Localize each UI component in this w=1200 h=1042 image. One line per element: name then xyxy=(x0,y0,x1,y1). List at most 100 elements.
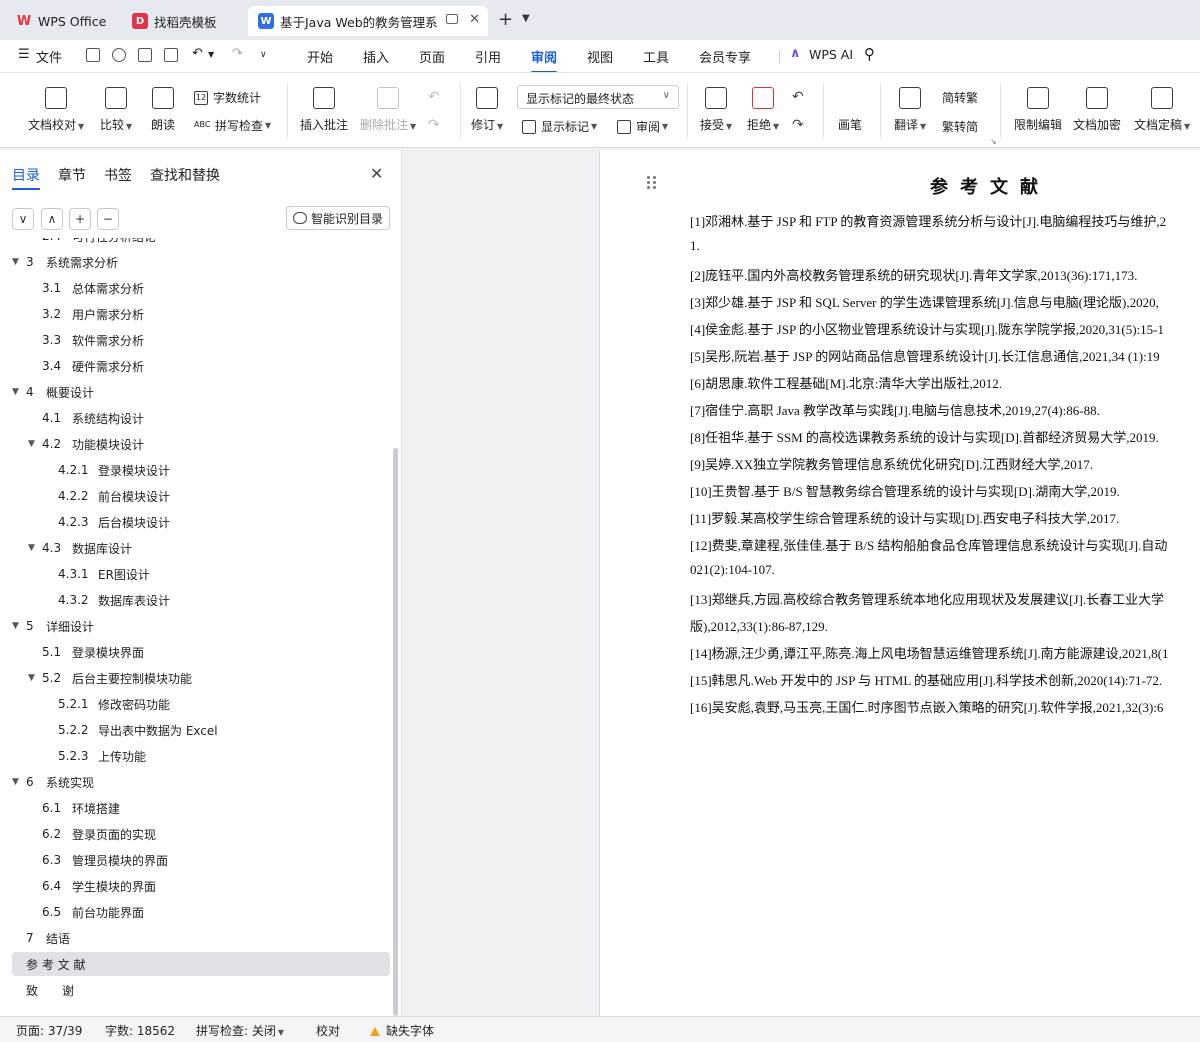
redo-icon[interactable]: ↷ xyxy=(232,46,243,61)
toc-item[interactable]: 3.2 用户需求分析 xyxy=(12,302,390,326)
show-markup-button[interactable]: 显示标记 ▼ xyxy=(522,118,597,135)
share-icon[interactable] xyxy=(112,48,126,62)
page-count[interactable]: 页面: 37/39 xyxy=(16,1022,82,1039)
delete-comment-button[interactable]: 删除批注 ▼ xyxy=(360,87,416,133)
restrict-edit-button[interactable]: 限制编辑 xyxy=(1014,87,1062,133)
toc-item[interactable]: 6.5 前台功能界面 xyxy=(12,900,390,924)
toc-item[interactable]: 4.3.2 数据库表设计 xyxy=(12,588,390,612)
menu-page[interactable]: 页面 xyxy=(419,47,445,66)
toc-item[interactable]: 6.1 环境搭建 xyxy=(12,796,390,820)
document-page[interactable]: 参考文献 [1]邓湘林.基于 JSP 和 FTP 的教育资源管理系统分析与设计[… xyxy=(599,150,1200,1016)
insert-comment-button[interactable]: 插入批注 xyxy=(300,87,348,133)
menu-member[interactable]: 会员专享 xyxy=(699,47,751,66)
menu-tools[interactable]: 工具 xyxy=(643,47,669,66)
expand-group-icon[interactable]: ↘ xyxy=(990,137,997,146)
menu-file[interactable]: 文件 xyxy=(36,47,62,66)
toc-item[interactable]: 参 考 文 献 xyxy=(12,952,390,976)
tab-document[interactable]: W 基于Java Web的教务管理系统 ✕ xyxy=(248,6,488,36)
close-icon[interactable]: ✕ xyxy=(370,164,383,183)
toc-item[interactable]: 5.1 登录模块界面 xyxy=(12,640,390,664)
save-icon[interactable] xyxy=(86,48,100,62)
toc-item[interactable]: 4.2.2 前台模块设计 xyxy=(12,484,390,508)
close-tab-icon[interactable]: ✕ xyxy=(469,12,480,27)
to-simplified-button[interactable]: 繁转简 xyxy=(942,118,978,135)
reject-button[interactable]: 拒绝 ▼ xyxy=(747,87,779,133)
toc-caret-icon[interactable]: ▼ xyxy=(12,257,19,267)
toc-item[interactable]: 5.2.3 上传功能 xyxy=(12,744,390,768)
finalize-button[interactable]: 文档定稿 ▼ xyxy=(1134,87,1190,133)
toc-caret-icon[interactable]: ▼ xyxy=(12,621,19,631)
collapse-all-button[interactable]: ∨ xyxy=(12,208,34,230)
translate-button[interactable]: 翻译 ▼ xyxy=(894,87,926,133)
toc-item[interactable]: 7 结语 xyxy=(12,926,390,950)
toc-item[interactable]: ▼ 3 系统需求分析 xyxy=(12,250,390,274)
toc-item[interactable]: 6.4 学生模块的界面 xyxy=(12,874,390,898)
toc-item[interactable]: ▼ 5 详细设计 xyxy=(12,614,390,638)
toc-item[interactable]: 5.2.2 导出表中数据为 Excel xyxy=(12,718,390,742)
compare-button[interactable]: 比较 ▼ xyxy=(100,87,132,133)
tab-wps-office[interactable]: W WPS Office xyxy=(6,6,118,36)
expand-up-button[interactable]: ∧ xyxy=(41,208,63,230)
new-tab-icon[interactable]: + xyxy=(498,9,513,30)
menu-view[interactable]: 视图 xyxy=(587,47,613,66)
print-icon[interactable] xyxy=(138,48,152,62)
tab-docer[interactable]: D 找稻壳模板 xyxy=(122,6,242,36)
monitor-icon[interactable] xyxy=(446,14,458,24)
accept-button[interactable]: 接受 ▼ xyxy=(700,87,732,133)
toc-item[interactable]: ▼ 4.3 数据库设计 xyxy=(12,536,390,560)
missing-font-status[interactable]: 缺失字体 xyxy=(370,1022,434,1039)
menu-home[interactable]: 开始 xyxy=(307,47,333,66)
toc-item[interactable]: 4.3.1 ER图设计 xyxy=(12,562,390,586)
ink-button[interactable]: 画笔 xyxy=(838,87,862,133)
toc-item[interactable]: 4.2.1 登录模块设计 xyxy=(12,458,390,482)
more-quick-icon[interactable]: ∨ xyxy=(260,50,267,60)
nav-tab-bookmarks[interactable]: 书签 xyxy=(104,165,132,185)
review-pane-button[interactable]: 审阅 ▼ xyxy=(617,118,668,135)
next-comment-icon[interactable]: ↷ xyxy=(428,117,440,133)
encrypt-button[interactable]: 文档加密 xyxy=(1073,87,1121,133)
toc-item[interactable]: 6.3 管理员模块的界面 xyxy=(12,848,390,872)
toc-item[interactable]: 3.4 硬件需求分析 xyxy=(12,354,390,378)
spell-check-status[interactable]: 拼写检查: 关闭 ▼ xyxy=(196,1022,284,1039)
toc-item[interactable]: ▼ 6 系统实现 xyxy=(12,770,390,794)
toc-item[interactable]: 3.3 软件需求分析 xyxy=(12,328,390,352)
drag-handle-icon[interactable] xyxy=(647,176,657,192)
toc-item[interactable]: 5.2.1 修改密码功能 xyxy=(12,692,390,716)
search-icon[interactable]: ⚲ xyxy=(864,45,875,63)
toc-caret-icon[interactable]: ▼ xyxy=(28,673,35,683)
proof-status[interactable]: 校对 xyxy=(316,1022,340,1039)
undo-dropdown-icon[interactable]: ▼ xyxy=(208,50,214,59)
next-change-icon[interactable]: ↷ xyxy=(792,117,804,133)
nav-tab-chapters[interactable]: 章节 xyxy=(58,165,86,185)
toc-item[interactable]: ▼ 4.2 功能模块设计 xyxy=(12,432,390,456)
chevron-down-icon[interactable]: ▼ xyxy=(522,13,530,24)
toc-item[interactable]: ▼ 4 概要设计 xyxy=(12,380,390,404)
menu-reference[interactable]: 引用 xyxy=(475,47,501,66)
toc-item[interactable]: ▼ 5.2 后台主要控制模块功能 xyxy=(12,666,390,690)
undo-icon[interactable]: ↶ xyxy=(192,46,203,61)
hamburger-icon[interactable]: ☰ xyxy=(18,47,30,62)
toc-item[interactable]: 2.4 可行性分析结论 xyxy=(12,238,390,248)
smart-toc-button[interactable]: 智能识别目录 xyxy=(286,206,390,230)
markup-state-select[interactable]: 显示标记的最终状态 ∨ xyxy=(517,85,679,109)
add-heading-button[interactable]: + xyxy=(69,208,91,230)
nav-tab-toc[interactable]: 目录 xyxy=(12,165,40,190)
toc-caret-icon[interactable]: ▼ xyxy=(28,439,35,449)
word-count-button[interactable]: 12 字数统计 xyxy=(194,89,261,106)
previous-comment-icon[interactable]: ↶ xyxy=(428,89,440,105)
proofread-button[interactable]: 文档校对 ▼ xyxy=(28,87,84,133)
spell-check-button[interactable]: ABC 拼写检查 ▼ xyxy=(194,117,271,134)
track-changes-button[interactable]: 修订 ▼ xyxy=(471,87,503,133)
menu-insert[interactable]: 插入 xyxy=(363,47,389,66)
print-preview-icon[interactable] xyxy=(164,48,178,62)
toc-item[interactable]: 6.2 登录页面的实现 xyxy=(12,822,390,846)
menu-wps-ai[interactable]: WPS AI xyxy=(809,47,853,62)
remove-heading-button[interactable]: − xyxy=(97,208,119,230)
menu-review[interactable]: 审阅 xyxy=(531,47,558,73)
read-aloud-button[interactable]: 朗读 xyxy=(151,87,175,133)
word-count[interactable]: 字数: 18562 xyxy=(105,1022,175,1039)
toc-item[interactable]: 致 谢 xyxy=(12,978,390,1002)
previous-change-icon[interactable]: ↶ xyxy=(792,89,804,105)
toc-item[interactable]: 4.2.3 后台模块设计 xyxy=(12,510,390,534)
toc-item[interactable]: 4.1 系统结构设计 xyxy=(12,406,390,430)
